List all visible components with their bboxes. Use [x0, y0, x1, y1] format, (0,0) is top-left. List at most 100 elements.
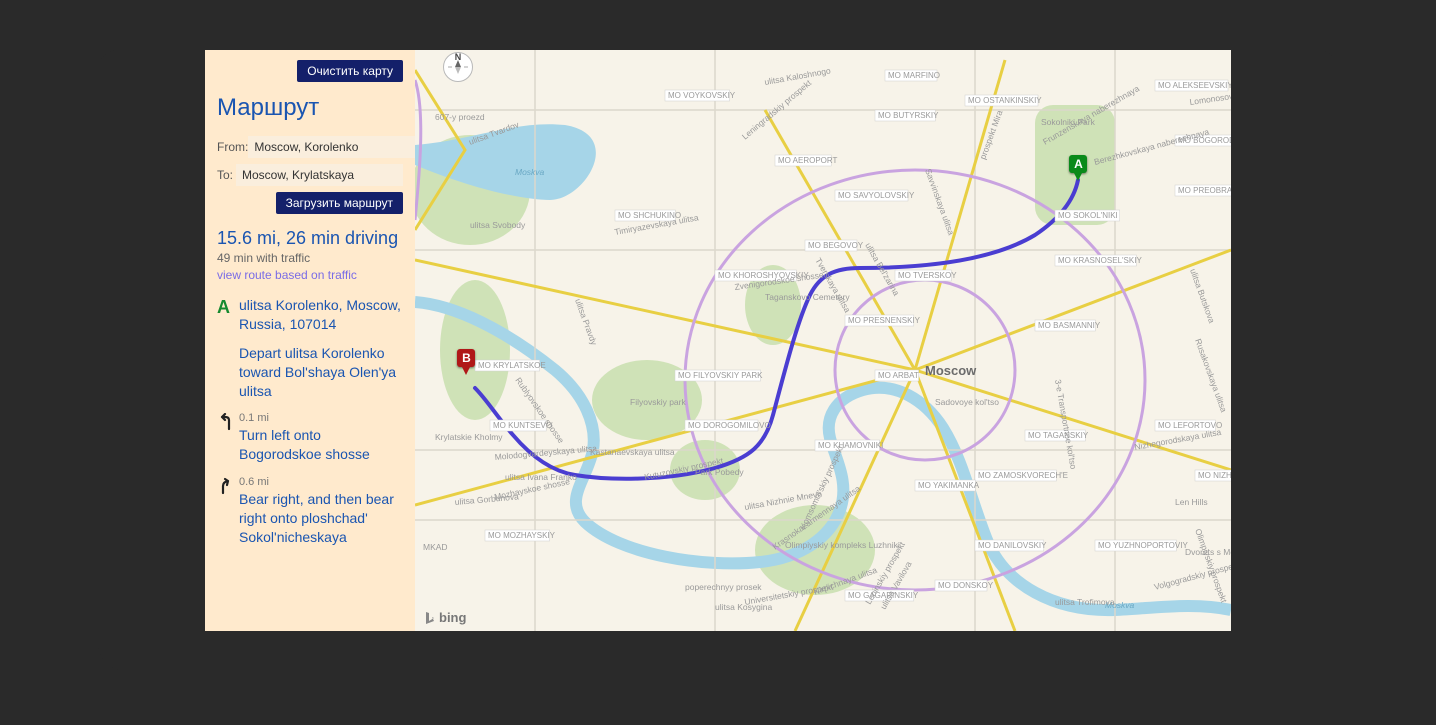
svg-text:MO PREOBRAZHENSKOE: MO PREOBRAZHENSKOE	[1178, 186, 1231, 195]
direction-step[interactable]: 0.1 mi Turn left onto Bogorodskoe shosse	[217, 412, 403, 464]
district-label: MO ALEKSEEVSKIY	[1155, 80, 1231, 91]
compass-control[interactable]: N	[443, 52, 473, 82]
district-label: MO MARFINO	[885, 70, 940, 81]
road-label: 607-y proezd	[435, 112, 485, 122]
clear-map-button[interactable]: Очистить карту	[297, 60, 403, 82]
step-distance: 0.1 mi	[239, 412, 403, 424]
svg-text:MO DONSKOY: MO DONSKOY	[938, 581, 994, 590]
district-label: MO DANILOVSKIY	[975, 540, 1047, 551]
svg-text:MO VOYKOVSKIY: MO VOYKOVSKIY	[668, 91, 736, 100]
svg-text:MO MOZHAYSKIY: MO MOZHAYSKIY	[488, 531, 556, 540]
road-label: ulitsa Svobody	[470, 220, 526, 230]
district-label: MO MOZHAYSKIY	[485, 530, 556, 541]
from-input[interactable]	[248, 136, 415, 158]
district-label: MO VOYKOVSKIY	[665, 90, 736, 101]
district-label: MO DOROGOMILOVO	[685, 420, 771, 431]
svg-text:MO PRESNENSKIY: MO PRESNENSKIY	[848, 316, 921, 325]
district-label: MO SAVYOLOVSKIY	[835, 190, 915, 201]
road-label: Kastanaevskaya ulitsa	[590, 447, 675, 457]
district-label: MO ARBAT	[875, 370, 919, 381]
district-label: MO SOKOL'NIKI	[1055, 210, 1120, 221]
direction-step[interactable]: Aulitsa Korolenko, Moscow, Russia, 10701…	[217, 296, 403, 400]
svg-text:MO KRASNOSEL'SKIY: MO KRASNOSEL'SKIY	[1058, 256, 1142, 265]
laptop-base	[98, 643, 1436, 671]
direction-step[interactable]: 0.6 mi Bear right, and then bear right on…	[217, 476, 403, 547]
step-marker-letter: A	[217, 296, 239, 400]
svg-text:MO SAVYOLOVSKIY: MO SAVYOLOVSKIY	[838, 191, 915, 200]
app-window: Очистить карту Маршрут From: To:	[205, 50, 1231, 631]
bing-logo: bing	[423, 610, 466, 625]
district-label: MO ZAMOSKVORECH'E	[975, 470, 1068, 481]
svg-text:MO NIZHEGORODSKIY: MO NIZHEGORODSKIY	[1198, 471, 1231, 480]
map-pin-b[interactable]: B	[456, 349, 476, 375]
step-instruction: Turn left onto Bogorodskoe shosse	[239, 426, 403, 464]
road-label: ulitsa Ivana Franko	[505, 472, 577, 482]
road-label: ulitsa Trofimova	[1055, 597, 1115, 607]
route-summary: 15.6 mi, 26 min driving	[217, 228, 403, 249]
compass-icon	[445, 54, 471, 80]
svg-text:MO MARFINO: MO MARFINO	[888, 71, 940, 80]
to-label: To:	[217, 168, 236, 182]
district-label: MO PREOBRAZHENSKOE	[1175, 185, 1231, 196]
district-label: MO BASMANNIY	[1035, 320, 1101, 331]
map-canvas[interactable]: N	[415, 50, 1231, 631]
road-label: ulitsa Kosygina	[715, 602, 772, 612]
traffic-link[interactable]: view route based on traffic	[217, 268, 357, 282]
district-label: MO KHAMOVNIKI	[815, 440, 883, 451]
svg-text:Krylatskie Kholmy: Krylatskie Kholmy	[435, 432, 503, 442]
load-route-button[interactable]: Загрузить маршрут	[276, 192, 403, 214]
road-label: Sadovoye kol'tso	[935, 397, 999, 407]
directions-list: Aulitsa Korolenko, Moscow, Russia, 10701…	[217, 296, 403, 547]
step-instruction: Depart ulitsa Korolenko toward Bol'shaya…	[239, 344, 403, 401]
district-label: MO BUTYRSKIY	[875, 110, 939, 121]
map-pin-b-label: B	[457, 349, 475, 367]
svg-text:MO OSTANKINSKIY: MO OSTANKINSKIY	[968, 96, 1042, 105]
district-label: MO KRYLATSKOE	[475, 360, 546, 371]
bear-right-icon	[217, 476, 239, 547]
svg-text:MO KHAMOVNIKI: MO KHAMOVNIKI	[818, 441, 883, 450]
turn-left-icon	[217, 412, 239, 464]
svg-text:MKAD: MKAD	[423, 542, 448, 552]
district-label: MO BEGOVOY	[805, 240, 864, 251]
district-label: MO DONSKOY	[935, 580, 994, 591]
svg-text:MO KRYLATSKOE: MO KRYLATSKOE	[478, 361, 546, 370]
district-label: MO AEROPORT	[775, 155, 838, 166]
svg-text:MO ALEKSEEVSKIY: MO ALEKSEEVSKIY	[1158, 81, 1231, 90]
svg-text:MO BEGOVOY: MO BEGOVOY	[808, 241, 864, 250]
district-label: MO OSTANKINSKIY	[965, 95, 1042, 106]
district-label: MO KRASNOSEL'SKIY	[1055, 255, 1142, 266]
step-instruction: Bear right, and then bear right onto plo…	[239, 490, 403, 547]
district-label: MO FILYOVSKIY PARK	[675, 370, 763, 381]
district-label: MO YAKIMANKA	[915, 480, 980, 491]
step-body: ulitsa Korolenko, Moscow, Russia, 107014…	[239, 296, 403, 400]
map-tiles: Moscow Sokolniki Park Filyovskiy park Pa…	[415, 50, 1231, 631]
road-label: poperechnyy prosek	[685, 582, 762, 592]
route-sidebar: Очистить карту Маршрут From: To:	[205, 50, 415, 631]
svg-text:MO BUTYRSKIY: MO BUTYRSKIY	[878, 111, 939, 120]
traffic-subtext: 49 min with traffic	[217, 251, 403, 265]
district-label: MO TVERSKOY	[895, 270, 957, 281]
to-input[interactable]	[236, 164, 403, 186]
svg-text:MO DOROGOMILOVO: MO DOROGOMILOVO	[688, 421, 771, 430]
step-distance: 0.6 mi	[239, 476, 403, 488]
district-label: MO YUZHNOPORTOVIY	[1095, 540, 1188, 551]
svg-text:MO ZAMOSKVORECH'E: MO ZAMOSKVORECH'E	[978, 471, 1068, 480]
map-pin-a-label: A	[1069, 155, 1087, 173]
map-city-label: Moscow	[925, 363, 977, 378]
step-body: 0.1 mi Turn left onto Bogorodskoe shosse	[239, 412, 403, 464]
district-label: MO NIZHEGORODSKIY	[1195, 470, 1231, 481]
svg-text:MO ARBAT: MO ARBAT	[878, 371, 919, 380]
svg-text:MO FILYOVSKIY PARK: MO FILYOVSKIY PARK	[678, 371, 763, 380]
map-pin-a[interactable]: A	[1068, 155, 1088, 181]
step-body: 0.6 mi Bear right, and then bear right on…	[239, 476, 403, 547]
svg-text:MO DANILOVSKIY: MO DANILOVSKIY	[978, 541, 1047, 550]
svg-text:MO TAGANSKIY: MO TAGANSKIY	[1028, 431, 1089, 440]
sidebar-title: Маршрут	[217, 94, 403, 122]
district-label: MO TAGANSKIY	[1025, 430, 1089, 441]
svg-text:MO YUZHNOPORTOVIY: MO YUZHNOPORTOVIY	[1098, 541, 1188, 550]
svg-text:MO AEROPORT: MO AEROPORT	[778, 156, 838, 165]
bing-icon	[423, 611, 437, 625]
step-address: ulitsa Korolenko, Moscow, Russia, 107014	[239, 296, 403, 334]
svg-text:MO SOKOL'NIKI: MO SOKOL'NIKI	[1058, 211, 1118, 220]
road-label: Dvorets s Moskvich	[1185, 547, 1231, 557]
